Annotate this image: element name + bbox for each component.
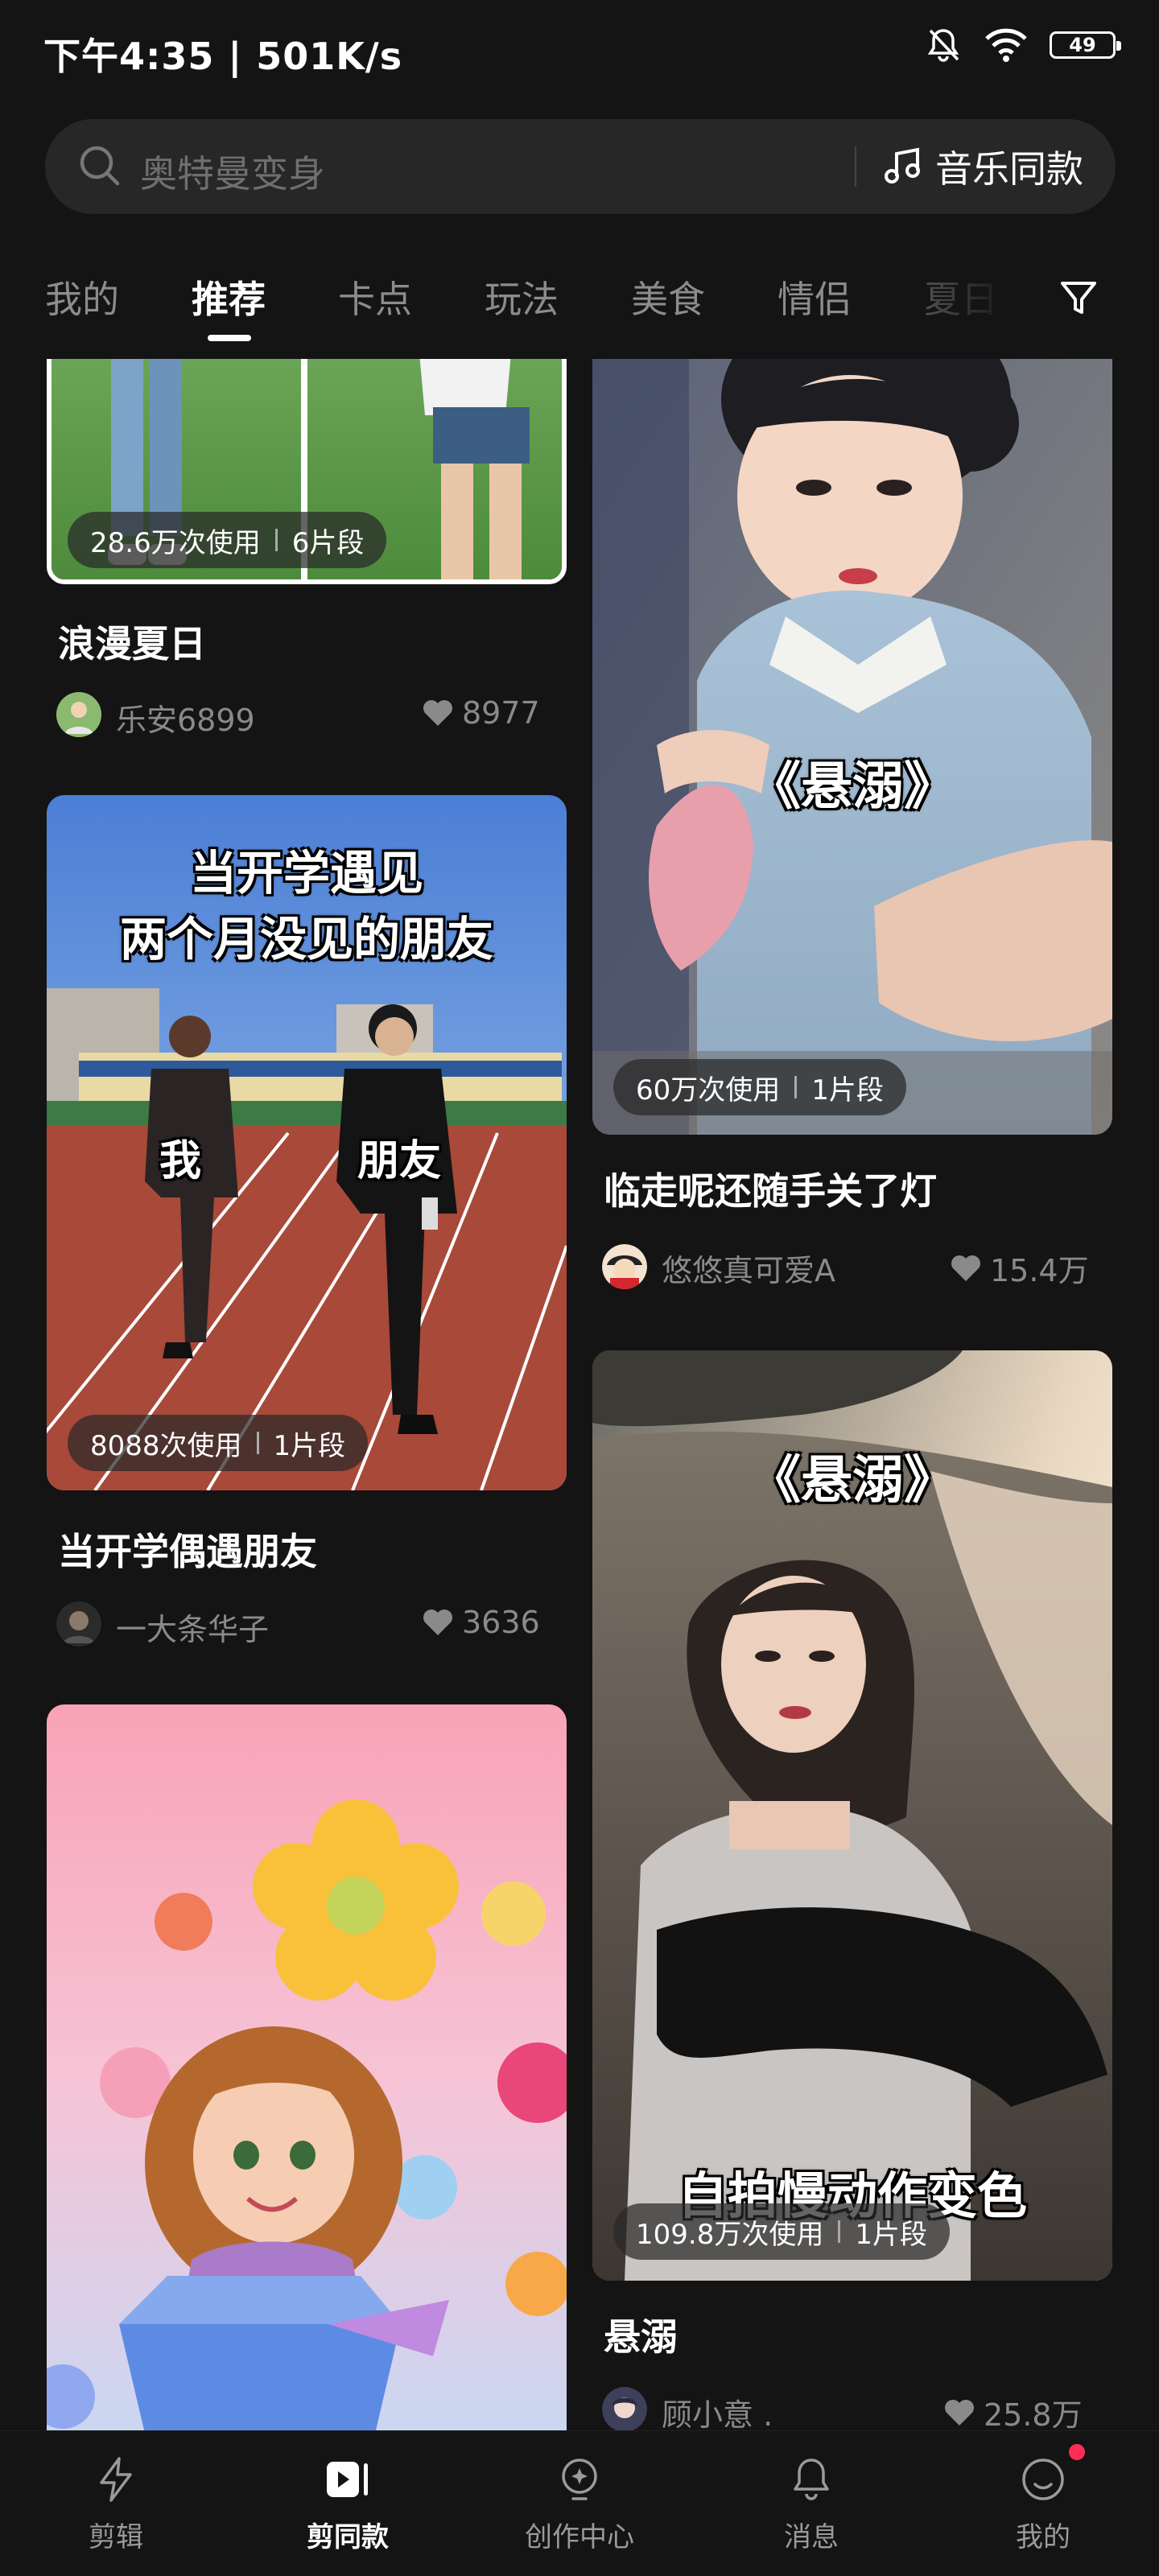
nav-label: 消息 — [784, 2521, 839, 2553]
bell-icon — [794, 2459, 829, 2500]
status-time: 下午4:35 | 501K/s — [43, 35, 403, 78]
nav-messages[interactable]: 消息 — [695, 2431, 927, 2576]
card-overlay-text: 《悬溺》 — [749, 757, 955, 817]
segment-count: 1片段 — [855, 2218, 927, 2251]
template-feed: 28.6万次使用 6片段 浪漫夏日 乐安6899 8977 《悬溺》 60万次使… — [0, 359, 1159, 2430]
template-card-princess[interactable] — [47, 1704, 567, 2430]
search-icon — [80, 146, 120, 186]
badge-separator — [838, 2220, 841, 2243]
card-overlay-title: 《悬溺》 — [749, 1451, 955, 1511]
segment-count: 1片段 — [811, 1074, 884, 1107]
nav-label: 我的 — [1016, 2521, 1070, 2553]
search-input[interactable]: 奥特曼变身 — [140, 145, 325, 198]
badge-separator — [274, 529, 278, 551]
heart-icon — [423, 700, 452, 726]
status-icons: 49 — [924, 26, 1121, 64]
card-title[interactable]: 浪漫夏日 — [58, 615, 206, 668]
usage-count: 109.8万次使用 — [636, 2218, 824, 2251]
nav-profile[interactable]: 我的 — [927, 2431, 1159, 2576]
usage-badge: 60万次使用 1片段 — [613, 1059, 906, 1115]
like-value: 3636 — [462, 1605, 540, 1640]
author-name[interactable]: 悠悠真可爱A — [662, 1246, 835, 1290]
tab-food[interactable]: 美食 — [631, 270, 705, 324]
play-template-icon — [327, 2462, 368, 2497]
author-avatar[interactable] — [56, 1601, 101, 1647]
like-value: 25.8万 — [984, 2397, 1083, 2430]
category-tabs: 我的 推荐 卡点 玩法 美食 情侣 夏日 — [0, 258, 1159, 346]
music-note-icon — [885, 147, 920, 183]
template-card-school-friend[interactable]: 当开学遇见 两个月没见的朋友 我 朋友 8088次使用 1片段 — [47, 795, 567, 1490]
mute-bell-icon — [927, 29, 959, 62]
avatar-image — [56, 1601, 101, 1647]
segment-count: 6片段 — [291, 526, 365, 559]
usage-count: 8088次使用 — [90, 1429, 242, 1462]
segment-count: 1片段 — [273, 1429, 346, 1462]
card-title[interactable]: 悬溺 — [604, 2308, 678, 2361]
usage-count: 60万次使用 — [636, 1074, 781, 1107]
card-thumbnail — [47, 1704, 567, 2430]
nav-label: 创作中心 — [525, 2521, 634, 2553]
search-bar[interactable]: 奥特曼变身 音乐同款 — [45, 119, 1116, 214]
usage-badge: 28.6万次使用 6片段 — [68, 512, 387, 568]
badge-separator — [256, 1432, 259, 1454]
usage-badge: 109.8万次使用 1片段 — [613, 2203, 950, 2260]
author-name[interactable]: 顾小意 . — [662, 2390, 773, 2430]
heart-icon — [945, 2399, 974, 2426]
author-avatar[interactable] — [56, 692, 101, 737]
author-avatar[interactable] — [602, 2387, 647, 2430]
template-card-xuanni[interactable]: 《悬溺》 自拍慢动作变色 109.8万次使用 1片段 — [592, 1350, 1112, 2281]
card-title[interactable]: 当开学偶遇朋友 — [58, 1523, 317, 1576]
tab-recommend[interactable]: 推荐 — [192, 270, 266, 324]
tab-beat-sync[interactable]: 卡点 — [338, 270, 412, 324]
author-name[interactable]: 一大条华子 — [116, 1605, 269, 1649]
bulb-icon — [562, 2459, 597, 2500]
like-count[interactable]: 25.8万 — [943, 2390, 1083, 2430]
active-tab-indicator — [208, 335, 251, 341]
wifi-icon — [985, 28, 1027, 62]
label-me: 我 — [159, 1137, 202, 1185]
music-same-label: 音乐同款 — [935, 147, 1083, 191]
like-value: 15.4万 — [990, 1253, 1089, 1288]
nav-template[interactable]: 剪同款 — [232, 2431, 464, 2576]
bottom-nav: 剪辑 剪同款 创作中心 消息 我的 — [0, 2430, 1159, 2576]
nav-edit[interactable]: 剪辑 — [0, 2431, 232, 2576]
battery-level: 49 — [1069, 34, 1096, 56]
template-card-turn-off-light[interactable]: 《悬溺》 60万次使用 1片段 — [592, 359, 1112, 1135]
card-title[interactable]: 临走呢还随手关了灯 — [604, 1162, 937, 1215]
tab-couple[interactable]: 情侣 — [777, 270, 852, 324]
search-divider — [855, 146, 856, 187]
filter-icon[interactable] — [1054, 274, 1103, 322]
nav-label: 剪同款 — [307, 2521, 389, 2553]
author-name[interactable]: 乐安6899 — [116, 695, 255, 740]
usage-count: 28.6万次使用 — [90, 526, 261, 559]
tab-mine[interactable]: 我的 — [45, 270, 119, 324]
card-overlay-headline: 当开学遇见 两个月没见的朋友 — [47, 840, 567, 972]
notification-dot — [1069, 2444, 1085, 2460]
nav-label: 剪辑 — [89, 2521, 143, 2553]
tab-fade — [885, 258, 1014, 346]
heart-icon — [951, 1255, 980, 1281]
avatar-image — [602, 1244, 647, 1289]
like-count[interactable]: 15.4万 — [950, 1246, 1089, 1290]
template-card-romantic-summer[interactable]: 28.6万次使用 6片段 — [47, 359, 567, 584]
heart-icon — [423, 1609, 452, 1635]
music-same-button[interactable]: 音乐同款 — [882, 137, 1083, 196]
like-count[interactable]: 3636 — [422, 1605, 540, 1640]
like-value: 8977 — [462, 695, 540, 731]
nav-creator-center[interactable]: 创作中心 — [464, 2431, 695, 2576]
smile-icon — [1022, 2459, 1064, 2500]
badge-separator — [794, 1076, 798, 1098]
usage-badge: 8088次使用 1片段 — [68, 1415, 369, 1471]
author-avatar[interactable] — [602, 1244, 647, 1289]
overlay-line-2: 两个月没见的朋友 — [119, 912, 493, 967]
battery-icon: 49 — [1050, 31, 1121, 59]
like-count[interactable]: 8977 — [422, 695, 540, 731]
status-bar: 下午4:35 | 501K/s 49 — [0, 0, 1159, 105]
avatar-image — [602, 2387, 647, 2430]
tab-gameplay[interactable]: 玩法 — [485, 270, 559, 324]
label-friend: 朋友 — [357, 1137, 442, 1185]
lightning-icon — [100, 2457, 132, 2502]
overlay-line-1: 当开学遇见 — [189, 846, 423, 901]
avatar-image — [56, 692, 101, 737]
